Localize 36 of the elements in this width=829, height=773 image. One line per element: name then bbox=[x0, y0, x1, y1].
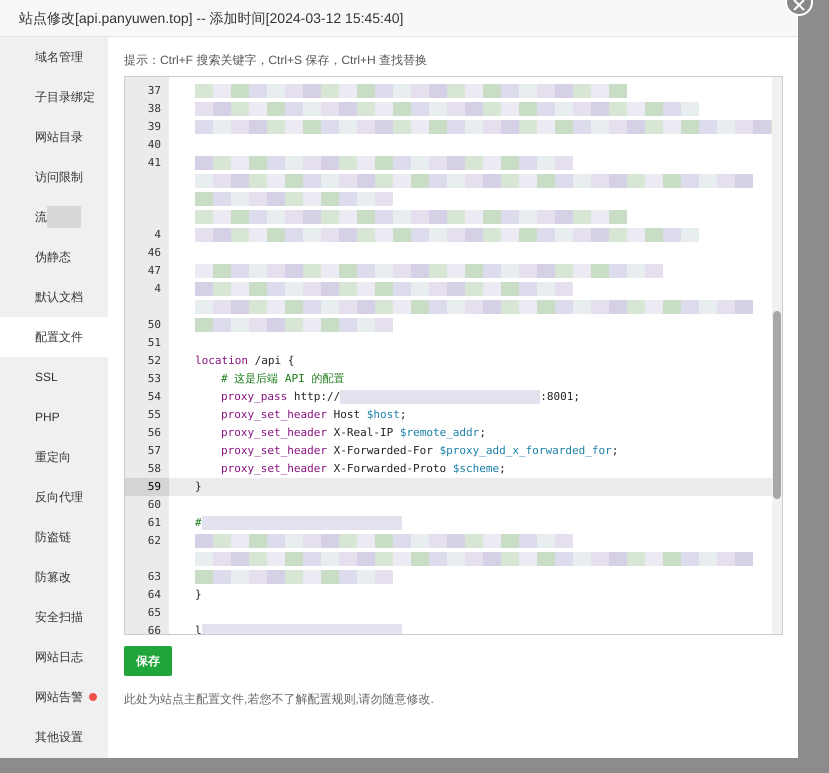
line-number: 59 bbox=[125, 478, 169, 496]
code-line: l bbox=[195, 622, 402, 634]
code-line: location /api { bbox=[195, 352, 294, 369]
warning-text: 此处为站点主配置文件,若您不了解配置规则,请勿随意修改. bbox=[124, 691, 436, 708]
sidebar-label: 域名管理 bbox=[35, 49, 83, 66]
code-line: proxy_pass http:// :8001; bbox=[220, 388, 580, 406]
sidebar-label: 流 bbox=[35, 209, 47, 226]
sidebar-label: 访问限制 bbox=[35, 169, 83, 186]
code-line: proxy_set_header X-Forwarded-For $proxy_add_x_forwarded_for; bbox=[220, 442, 618, 459]
code-line: # 这是后端 API 的配置 bbox=[220, 370, 344, 387]
sidebar-label: 默认文档 bbox=[35, 289, 83, 306]
code-line: # bbox=[195, 514, 402, 532]
sidebar-label: 其他设置 bbox=[35, 729, 83, 746]
sidebar-label: SSL bbox=[35, 369, 58, 386]
sidebar-label: 伪静态 bbox=[35, 249, 71, 266]
sidebar-label: 安全扫描 bbox=[35, 609, 83, 626]
sidebar-label: PHP bbox=[35, 409, 60, 426]
hint-text: 提示：Ctrl+F 搜索关键字，Ctrl+S 保存，Ctrl+H 查找替换 bbox=[124, 52, 428, 69]
window-title: 站点修改[api.panyuwen.top] -- 添加时间[2024-03-12 15:45:40] bbox=[19, 8, 404, 28]
close-icon bbox=[793, 0, 805, 11]
code-line: proxy_set_header Host $host; bbox=[220, 406, 406, 423]
scrollbar[interactable] bbox=[772, 77, 782, 634]
sidebar-label: 网站告警 bbox=[35, 689, 83, 706]
sidebar-label: 重定向 bbox=[35, 449, 71, 466]
sidebar-label: 子目录绑定 bbox=[35, 89, 95, 106]
sidebar-label: 防盗链 bbox=[35, 529, 71, 546]
sidebar-label: 网站日志 bbox=[35, 649, 83, 666]
code-line: } bbox=[195, 478, 202, 495]
sidebar-label: 防篡改 bbox=[35, 569, 71, 586]
sidebar-item[interactable]: 配置文件 bbox=[0, 317, 108, 357]
code-line: proxy_set_header X-Forwarded-Proto $scheme; bbox=[220, 460, 506, 477]
sidebar-label: 配置文件 bbox=[35, 329, 83, 346]
sidebar-label: 网站目录 bbox=[35, 129, 83, 146]
code-line: } bbox=[195, 586, 202, 603]
sidebar-label: 反向代理 bbox=[35, 489, 83, 506]
code-line: proxy_set_header X-Real-IP $remote_addr; bbox=[220, 424, 486, 441]
